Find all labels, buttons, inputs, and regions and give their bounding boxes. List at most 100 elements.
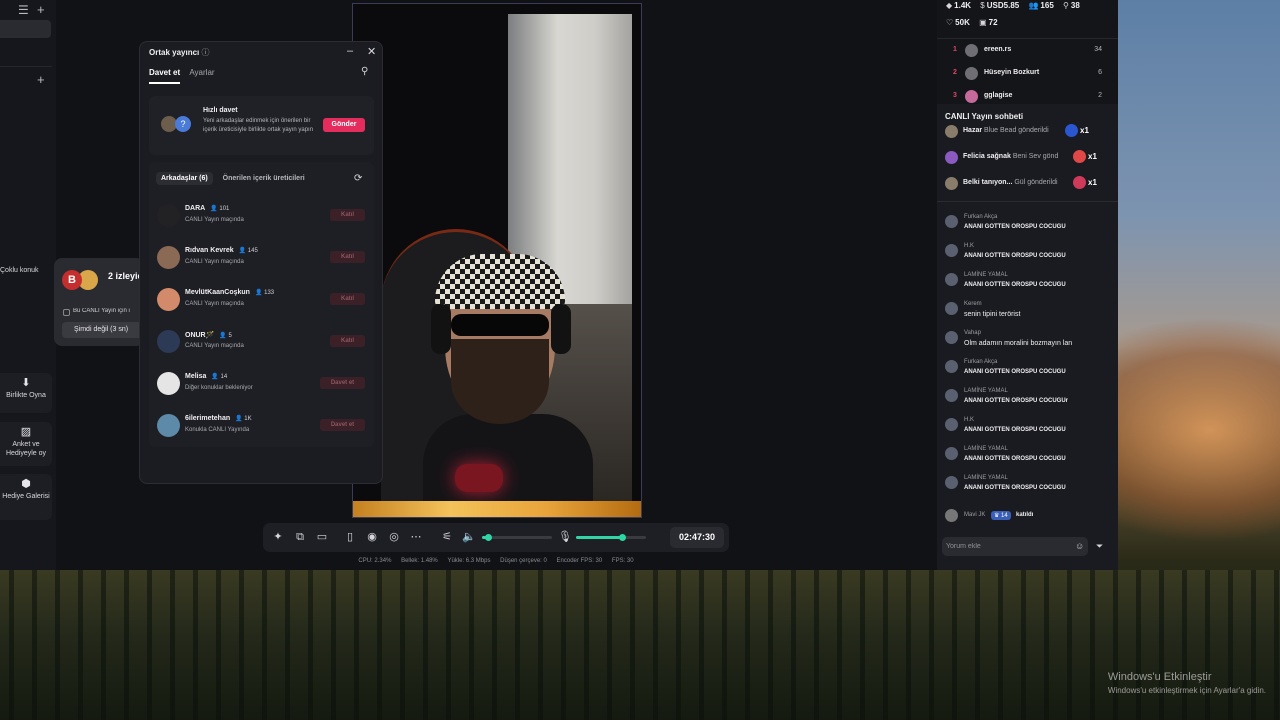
ranking-row[interactable]: 3 gglagise 2 (937, 90, 1118, 103)
friend-row[interactable]: 6ilerimetehan 👤 1K Konukla CANLI Yayında … (149, 409, 374, 449)
add-icon[interactable]: + (37, 2, 45, 17)
friend-name: Melisa (185, 373, 207, 380)
capture-icon[interactable]: ◎ (387, 530, 401, 544)
magic-wand-icon[interactable]: ✦ (271, 530, 285, 544)
live-chat-panel: CANLI Yayın sohbeti Hazar Blue Bead gönd… (937, 104, 1118, 570)
gift-text-row: Hazar Blue Bead gönderildi (963, 127, 1049, 134)
join-button[interactable]: Katıl (330, 335, 365, 347)
rank-number: 1 (953, 46, 957, 53)
info-icon[interactable]: ⓘ (201, 48, 209, 57)
chat-username: LAMİNE YAMAL (964, 272, 1008, 278)
microphone-icon[interactable]: 🎙 (558, 530, 572, 544)
chat-avatar (945, 331, 958, 344)
friend-tabs: Arkadaşlar (6) Önerilen içerik üreticile… (156, 172, 313, 185)
play-together-button[interactable]: ⬇ Birlikte Oyna (0, 373, 52, 413)
invite-button[interactable]: Davet et (320, 377, 365, 389)
gift-gallery-button[interactable]: ⬢ Hediye Galerisi (0, 474, 52, 520)
gift-message: Belki tanıyon... Gül gönderildi x1 (945, 176, 1115, 190)
left-sidebar: ☰ + + ⬇ Birlikte Oyna ▨ Anket ve Hediyey… (0, 0, 56, 570)
viewer-request-text: 2 izleyici isteği gö (108, 271, 142, 281)
dont-show-checkbox[interactable] (63, 309, 70, 316)
minimize-icon[interactable]: – (347, 45, 353, 57)
selected-scene-item[interactable] (0, 20, 51, 38)
mic-slider[interactable] (576, 534, 646, 541)
cohost-title: Ortak yayıncı (149, 48, 200, 57)
users-icon: 👥 (1028, 1, 1039, 10)
windows-activation-watermark: Windows'u Etkinleştir Windows'u etkinleş… (1108, 670, 1266, 698)
join-button[interactable]: Katıl (330, 293, 365, 305)
friend-row[interactable]: Melisa 👤 14 Diğer konuklar bekleniyor Dav… (149, 367, 374, 407)
stats-row-1: ◆ 1.4K $ USD5.85 👥 165 ⚲ 38 (946, 1, 1087, 15)
screen-icon[interactable]: ▭ (315, 530, 329, 544)
rank-avatar (965, 67, 978, 80)
chat-username: Furkan Akça (964, 214, 998, 220)
ranking-row[interactable]: 2 Hüseyin Bozkurt 6 (937, 67, 1118, 80)
poll-button[interactable]: ▨ Anket ve Hediyeyle oy (0, 422, 52, 466)
not-now-button[interactable]: Şimdi değil (3 sn) (62, 322, 142, 338)
tab-suggested-creators[interactable]: Önerilen içerik üreticileri (218, 172, 310, 185)
comment-input[interactable] (946, 539, 1066, 554)
friend-follower-count: 👤 1K (235, 416, 252, 422)
emoji-icon[interactable]: ☺ (1075, 541, 1084, 551)
volume-icon[interactable]: 🔈 (462, 530, 476, 544)
volume-knob[interactable] (484, 534, 492, 541)
friend-follower-count: 👤 14 (211, 374, 228, 380)
cpu-stat: CPU: 2.34% (358, 558, 392, 564)
gift-sender-name: Belki tanıyon... (963, 179, 1013, 186)
invite-button[interactable]: Davet et (320, 419, 365, 431)
tab-friends[interactable]: Arkadaşlar (6) (156, 172, 213, 185)
friend-count-value: 14 (220, 374, 228, 380)
stat-item: ♡ 50K (946, 18, 970, 27)
dropped-frames-stat: Düşen çerçeve: 0 (500, 558, 547, 564)
join-button[interactable]: Katıl (330, 209, 365, 221)
record-icon[interactable]: ◉ (365, 530, 379, 544)
tab-invite[interactable]: Davet et (149, 68, 181, 84)
chat-username: LAMİNE YAMAL (964, 388, 1008, 394)
refresh-icon[interactable]: ⟳ (354, 173, 362, 184)
volume-slider[interactable] (482, 534, 552, 541)
send-button[interactable]: Gönder (323, 118, 365, 132)
friend-row[interactable]: DARA 👤 101 CANLI Yayın maçında Katıl (149, 199, 374, 239)
more-icon[interactable]: ⋯ (409, 530, 423, 544)
encoder-fps-stat: Encoder FPS: 30 (556, 558, 603, 564)
fan-level-badge: ♛ 14 (991, 511, 1011, 520)
sunglasses (451, 314, 549, 336)
joined-username: Mavi JK (964, 512, 986, 518)
quick-invite-card: ? Hızlı davet Yeni arkadaşlar edinmek iç… (149, 96, 374, 155)
gift-icon: ▣ (979, 18, 987, 27)
heart-icon: ♡ (946, 18, 954, 27)
friend-row[interactable]: ONUR🪄 👤 5 CANLI Yayın maçında Katıl (149, 325, 374, 365)
friend-row[interactable]: MevlütKaanCoşkun 👤 133 CANLI Yayın maçınd… (149, 283, 374, 323)
quick-invite-description: Yeni arkadaşlar edinmek için önerilen bi… (203, 118, 314, 133)
viewer-request-popup: B 2 izleyici isteği gö Bu CANLI Yayın iç… (54, 258, 144, 346)
close-icon[interactable]: ✕ (367, 45, 376, 58)
stat-item: $ USD5.85 (980, 1, 1019, 10)
friend-row[interactable]: Rıdvan Kevrek 👤 145 CANLI Yayın maçında K… (149, 241, 374, 281)
layout-icon[interactable]: ⧉ (293, 530, 307, 544)
friend-count-value: 133 (264, 290, 275, 296)
list-icon[interactable]: ☰ (18, 3, 29, 17)
chat-text: ANANI GOTTEN OROSPU COCUGU (964, 282, 1066, 288)
chat-avatar (945, 302, 958, 315)
chat-username: H.K (964, 243, 975, 249)
rose-gift-icon (1073, 176, 1086, 189)
friend-follower-count: 👤 5 (219, 333, 232, 339)
stat-item: ◆ 1.4K (946, 1, 971, 10)
filter-icon[interactable]: ⏷ (1096, 541, 1103, 552)
chat-avatar (945, 273, 958, 286)
multi-guest-label[interactable]: Çoklu konuk (0, 267, 39, 274)
chat-username: Kerem (964, 301, 982, 307)
join-button[interactable]: Katıl (330, 251, 365, 263)
gift-gallery-label: Hediye Galerisi (2, 493, 50, 500)
streamer (413, 254, 593, 514)
fire-overlay (353, 501, 641, 517)
friend-name-row: ONUR🪄 👤 5 (185, 331, 232, 339)
tab-settings[interactable]: Ayarlar (189, 68, 214, 82)
live-video-preview[interactable] (352, 3, 642, 518)
mic-knob[interactable] (618, 534, 626, 541)
settings-sliders-icon[interactable]: ⚟ (440, 530, 454, 544)
add-source-icon[interactable]: + (37, 72, 45, 87)
ranking-row[interactable]: 1 ereen.rs 34 (937, 44, 1118, 57)
search-icon[interactable]: ⚲ (361, 66, 368, 77)
phone-icon[interactable]: ▯ (343, 530, 357, 544)
